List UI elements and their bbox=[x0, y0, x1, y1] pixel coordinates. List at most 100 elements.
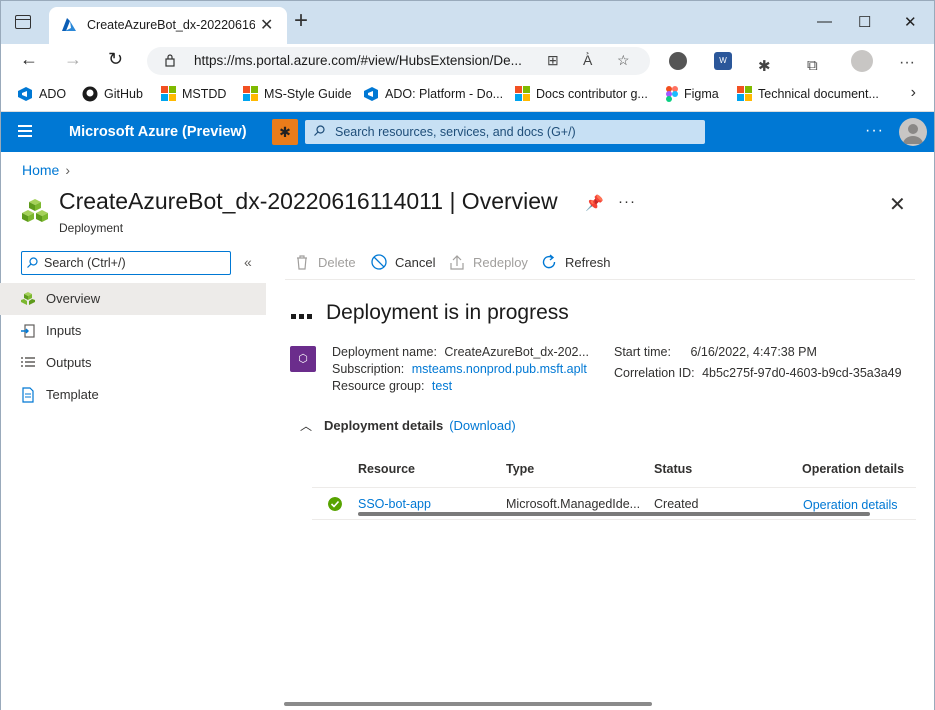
tab-close-icon[interactable]: ✕ bbox=[260, 15, 273, 35]
operation-details-link[interactable]: Operation details bbox=[803, 498, 898, 512]
column-header-resource[interactable]: Resource bbox=[358, 462, 415, 476]
search-icon bbox=[314, 125, 325, 136]
success-check-icon bbox=[328, 497, 342, 511]
maximize-button[interactable]: ☐ bbox=[858, 13, 871, 31]
breadcrumb: Home › bbox=[22, 162, 70, 178]
collections-icon[interactable]: ⧉ bbox=[807, 57, 818, 74]
minimize-button[interactable]: — bbox=[817, 13, 832, 30]
page-horizontal-scrollbar[interactable] bbox=[284, 702, 652, 706]
delete-button[interactable]: Delete bbox=[294, 254, 356, 270]
tab-actions-icon[interactable] bbox=[15, 15, 31, 29]
redeploy-button[interactable]: Redeploy bbox=[449, 254, 528, 270]
pin-icon[interactable]: 📌 bbox=[585, 194, 604, 212]
column-header-status[interactable]: Status bbox=[654, 462, 692, 476]
avatar[interactable] bbox=[899, 118, 927, 146]
azure-search-input[interactable]: Search resources, services, and docs (G+… bbox=[305, 120, 705, 144]
refresh-icon bbox=[542, 254, 556, 269]
browser-menu-icon[interactable]: ··· bbox=[899, 54, 915, 72]
new-tab-button[interactable]: + bbox=[294, 9, 308, 33]
browser-tab-bar: CreateAzureBot_dx-20220616114011 ✕ + — ☐… bbox=[0, 0, 935, 45]
sidebar-item-label: Template bbox=[46, 387, 99, 402]
sidebar-item-outputs[interactable]: Outputs bbox=[0, 347, 266, 379]
close-blade-icon[interactable]: ✕ bbox=[889, 192, 906, 217]
more-actions-icon[interactable]: ··· bbox=[618, 193, 636, 210]
word-icon[interactable]: W bbox=[714, 52, 732, 70]
back-arrow-icon[interactable]: ← bbox=[20, 49, 38, 70]
favorite-technical-docs[interactable]: Technical document... bbox=[737, 86, 879, 101]
user-avatar-icon bbox=[903, 124, 923, 144]
sidebar-item-inputs[interactable]: Inputs bbox=[0, 315, 266, 347]
favorite-star-icon[interactable]: ☆ bbox=[617, 52, 630, 69]
favorite-github[interactable]: GitHub bbox=[82, 86, 143, 102]
favorite-docs-contributor[interactable]: Docs contributor g... bbox=[515, 86, 648, 101]
puzzle-extensions-icon[interactable]: ✱ bbox=[758, 57, 771, 75]
favorites-bar: ADO GitHub MSTDD MS-Style Guide ADO: Pla… bbox=[0, 78, 935, 112]
start-time-row: Start time: 6/16/2022, 4:47:38 PM bbox=[614, 345, 817, 359]
favorite-ado-platform[interactable]: ADO: Platform - Do... bbox=[363, 86, 503, 102]
resource-type: Microsoft.ManagedIde... bbox=[506, 497, 641, 511]
ado-icon bbox=[364, 87, 378, 101]
microsoft-logo-icon bbox=[243, 86, 258, 101]
resource-group-link[interactable]: test bbox=[432, 379, 452, 393]
refresh-browser-icon[interactable]: ↻ bbox=[108, 49, 123, 70]
subscription-link[interactable]: msteams.nonprod.pub.msft.aplt bbox=[412, 362, 587, 376]
url-field[interactable]: https://ms.portal.azure.com/#view/HubsEx… bbox=[147, 47, 650, 75]
breadcrumb-home-link[interactable]: Home bbox=[22, 162, 59, 178]
resource-link[interactable]: SSO-bot-app bbox=[358, 497, 431, 511]
deployment-name-row: Deployment name: CreateAzureBot_dx-202..… bbox=[332, 345, 589, 359]
correlation-id-label: Correlation ID: bbox=[614, 366, 695, 380]
resource-status: Created bbox=[654, 497, 699, 511]
collapse-sidebar-icon[interactable]: « bbox=[244, 254, 252, 270]
sidebar-item-label: Outputs bbox=[46, 355, 92, 370]
deployment-details-header[interactable]: ︿ Deployment details (Download) bbox=[300, 417, 516, 434]
trash-icon bbox=[297, 255, 307, 270]
profile-icon[interactable] bbox=[851, 50, 873, 72]
favorite-mstdd[interactable]: MSTDD bbox=[161, 86, 226, 101]
deployment-details-title: Deployment details bbox=[324, 418, 444, 433]
extension-icon[interactable] bbox=[669, 52, 687, 70]
download-link[interactable]: (Download) bbox=[449, 418, 515, 433]
subscription-label: Subscription: bbox=[332, 362, 405, 376]
close-window-button[interactable]: ✕ bbox=[904, 13, 917, 31]
sidebar-item-template[interactable]: Template bbox=[0, 379, 266, 411]
microsoft-logo-icon bbox=[161, 86, 176, 101]
refresh-button[interactable]: Refresh bbox=[541, 254, 611, 270]
table-horizontal-scrollbar[interactable] bbox=[358, 512, 870, 516]
sidebar-search-input[interactable] bbox=[44, 254, 224, 272]
favorite-ado[interactable]: ADO bbox=[17, 86, 66, 102]
forward-arrow-icon[interactable]: → bbox=[64, 49, 82, 70]
figma-icon bbox=[666, 86, 678, 102]
table-row-divider bbox=[312, 519, 916, 520]
github-icon bbox=[82, 86, 98, 102]
command-bar: Delete Cancel Redeploy Refresh bbox=[285, 248, 915, 280]
start-time-value: 6/16/2022, 4:47:38 PM bbox=[690, 345, 817, 359]
sidebar-item-overview[interactable]: Overview bbox=[0, 283, 266, 315]
subscription-row: Subscription: msteams.nonprod.pub.msft.a… bbox=[332, 362, 587, 376]
read-aloud-icon[interactable]: A͐ bbox=[583, 52, 592, 68]
favorite-figma[interactable]: Figma bbox=[666, 86, 719, 102]
correlation-id-value: 4b5c275f-97d0-4603-b9cd-35a3a49 bbox=[702, 366, 902, 380]
cancel-circle-icon bbox=[371, 254, 387, 270]
favorite-ms-style-guide[interactable]: MS-Style Guide bbox=[243, 86, 352, 101]
azure-portal-title[interactable]: Microsoft Azure (Preview) bbox=[69, 124, 247, 140]
url-text[interactable]: https://ms.portal.azure.com/#view/HubsEx… bbox=[194, 53, 540, 68]
microsoft-logo-icon bbox=[515, 86, 530, 101]
redeploy-icon bbox=[450, 255, 464, 270]
outputs-icon bbox=[21, 357, 35, 367]
feedback-bug-icon[interactable]: ✱ bbox=[272, 119, 298, 145]
chevron-right-icon[interactable]: › bbox=[911, 84, 916, 102]
sidebar-search-field[interactable] bbox=[21, 251, 231, 275]
column-header-type[interactable]: Type bbox=[506, 462, 534, 476]
hamburger-menu-icon[interactable] bbox=[18, 125, 32, 137]
cancel-button[interactable]: Cancel bbox=[371, 254, 435, 270]
overview-icon bbox=[21, 292, 35, 305]
column-header-operation-details[interactable]: Operation details bbox=[802, 462, 904, 476]
azure-more-icon[interactable]: ··· bbox=[865, 122, 884, 140]
resource-group-label: Resource group: bbox=[332, 379, 425, 393]
deployment-cube-icon: ⬡ bbox=[290, 346, 316, 372]
apps-icon[interactable]: ⊞ bbox=[547, 52, 559, 69]
browser-tab[interactable]: CreateAzureBot_dx-20220616114011 ✕ bbox=[49, 7, 287, 45]
chevron-up-icon[interactable]: ︿ bbox=[300, 417, 312, 434]
start-time-label: Start time: bbox=[614, 345, 671, 359]
deployment-status-title: Deployment is in progress bbox=[326, 301, 569, 324]
